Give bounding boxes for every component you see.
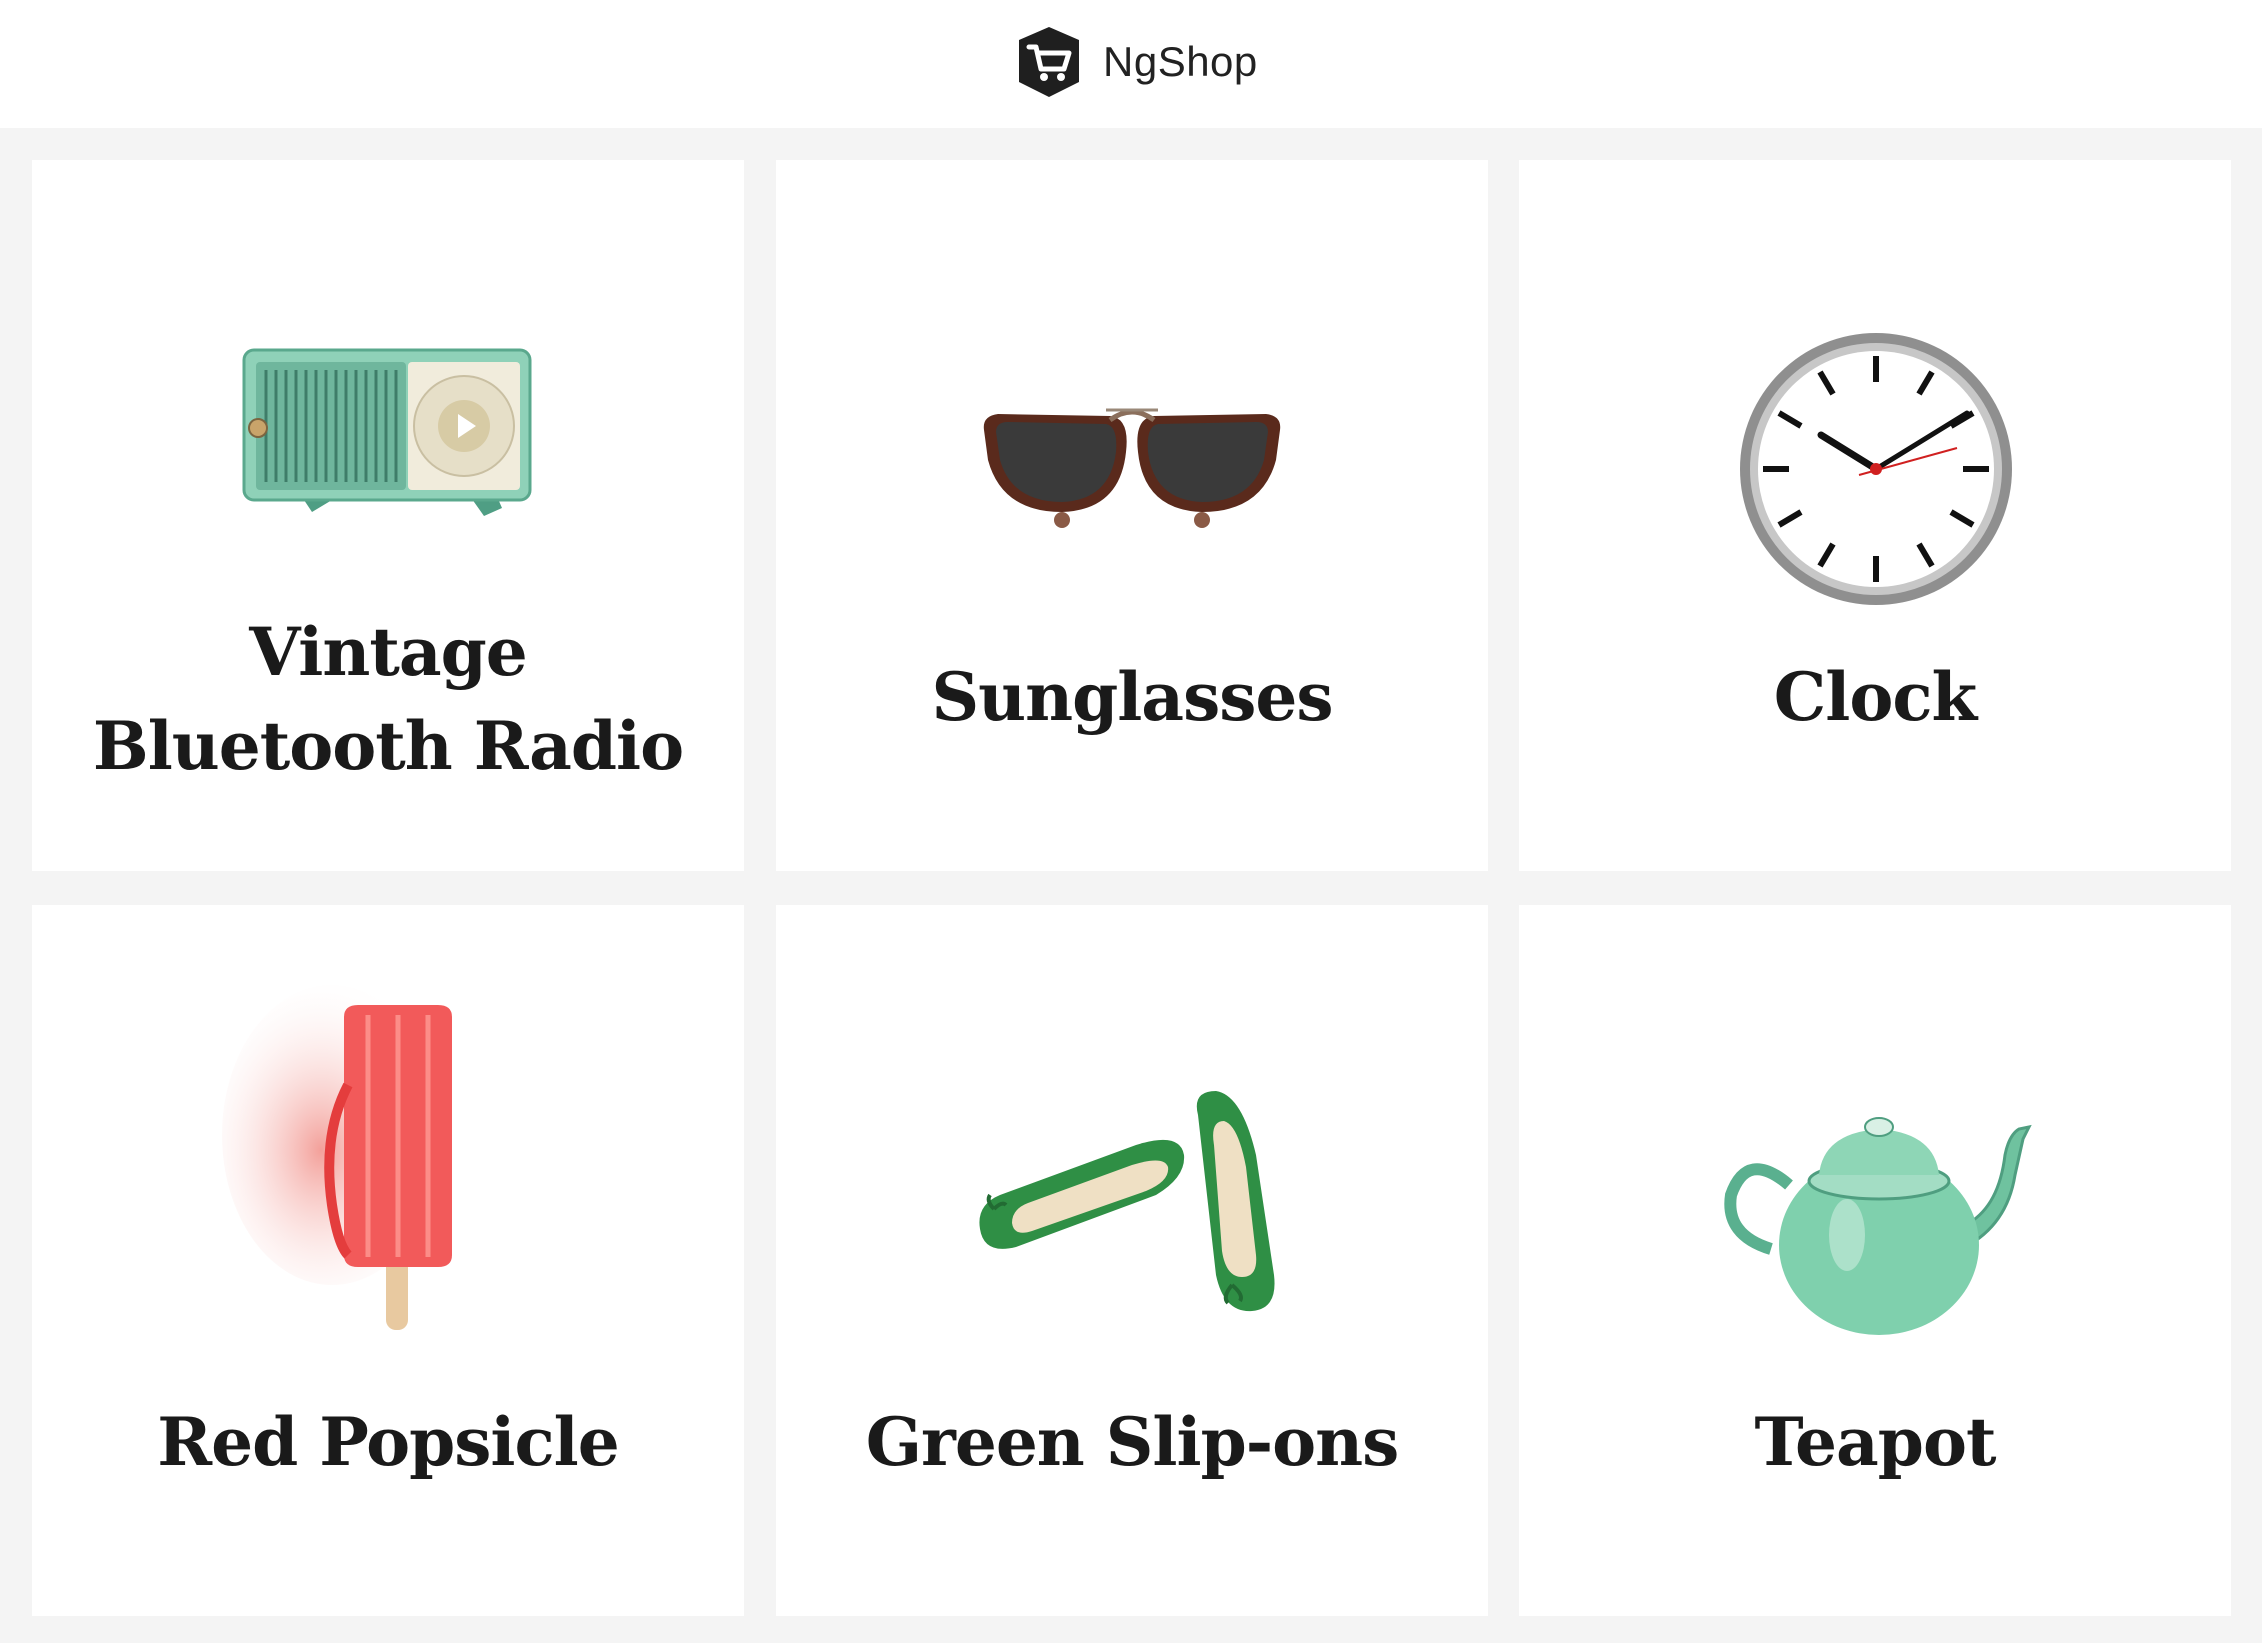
product-title: Clock [1773,658,1978,736]
product-title: Teapot [1754,1403,1997,1481]
product-card-sunglasses[interactable]: Sunglasses [776,160,1488,871]
product-card-green-slip-ons[interactable]: Green Slip-ons [776,905,1488,1616]
product-title: Red Popsicle [157,1403,619,1481]
product-card-clock[interactable]: Clock [1519,160,2231,871]
product-card-red-popsicle[interactable]: Red Popsicle [32,905,744,1616]
product-title: Vintage Bluetooth Radio [92,613,684,785]
product-card-teapot[interactable]: Teapot [1519,905,2231,1616]
product-grid: Vintage Bluetooth Radio Sunglasses Clock… [0,0,2262,1643]
teapot-image [1724,1117,2032,1335]
product-title: Green Slip-ons [865,1403,1400,1481]
sunglasses-image [983,408,1281,528]
slip-ons-image [979,1091,1275,1312]
clock-image [1740,333,2012,605]
product-title: Sunglasses [931,658,1333,736]
product-card-vintage-bluetooth-radio[interactable]: Vintage Bluetooth Radio [32,160,744,871]
popsicle-image [222,985,452,1330]
